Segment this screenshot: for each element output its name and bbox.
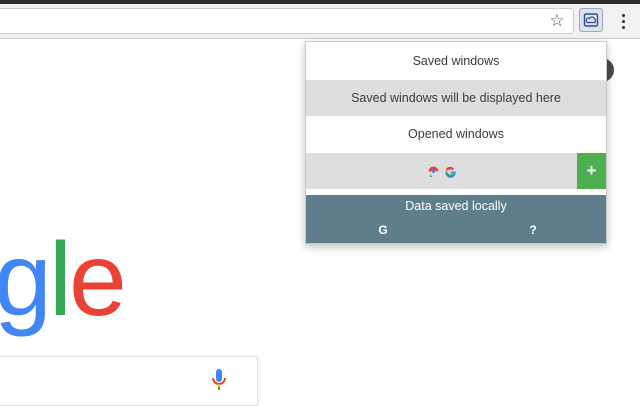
storage-status-text: Data saved locally [405,199,507,213]
add-icon: + [586,161,597,180]
google-g-icon [445,166,456,178]
extension-button[interactable] [579,8,603,32]
help-icon[interactable]: ? [526,223,540,237]
opened-windows-heading: Opened windows [306,116,606,152]
star-icon[interactable]: ☆ [547,11,567,31]
saved-windows-empty-state: Saved windows will be displayed here [306,80,606,116]
search-input[interactable] [0,356,258,406]
address-bar[interactable]: ☆ [0,8,574,34]
extension-popup: Saved windows Saved windows will be disp… [305,41,607,244]
google-logo-fragment: gle [0,222,127,338]
google-sync-icon[interactable]: G [376,223,390,237]
three-dot-menu-icon[interactable] [614,10,632,32]
opened-windows-title: Opened windows [408,127,504,141]
save-window-add-button[interactable]: + [577,153,606,189]
microphone-icon[interactable] [211,368,227,392]
browser-toolbar: ☆ [0,4,640,39]
saved-windows-heading: Saved windows [306,42,606,79]
window-tab-favicons [427,165,457,178]
saved-windows-empty-message: Saved windows will be displayed here [351,91,561,105]
saved-windows-title: Saved windows [412,53,500,68]
cloud-window-icon [583,13,599,27]
popup-footer: Data saved locally G ? [306,195,606,243]
chrome-web-store-icon [428,166,439,177]
opened-window-item[interactable] [306,153,606,189]
